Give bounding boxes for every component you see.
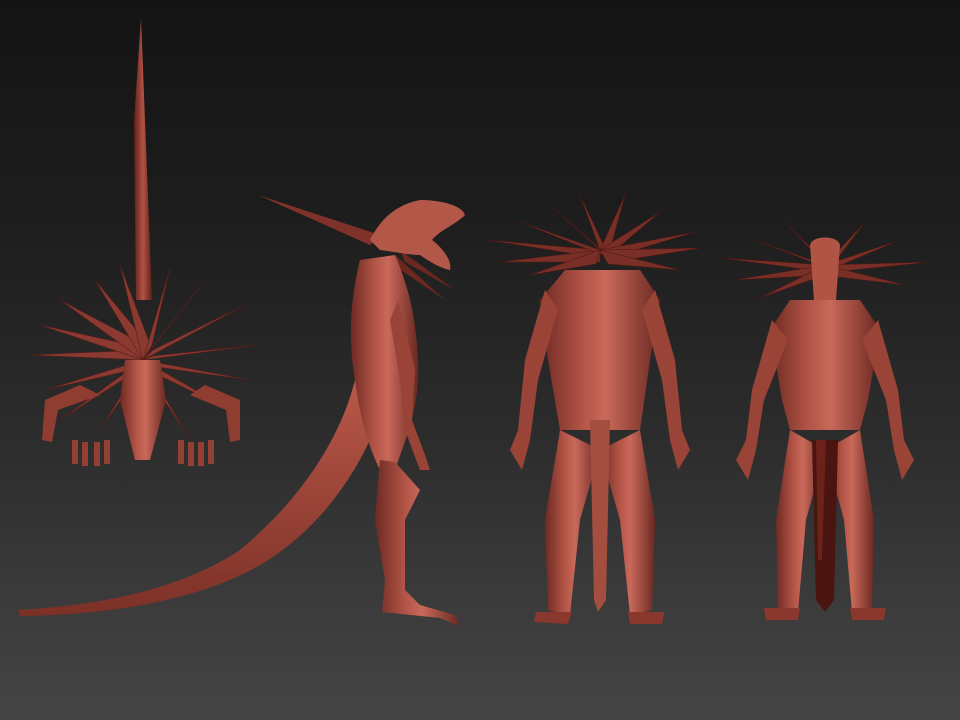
side-view-model (18, 195, 465, 626)
zbrush-viewport[interactable] (0, 0, 960, 720)
back-view-model (487, 194, 703, 624)
front-view-model (721, 221, 931, 620)
model-scene (18, 18, 931, 626)
top-view-model (29, 18, 259, 466)
